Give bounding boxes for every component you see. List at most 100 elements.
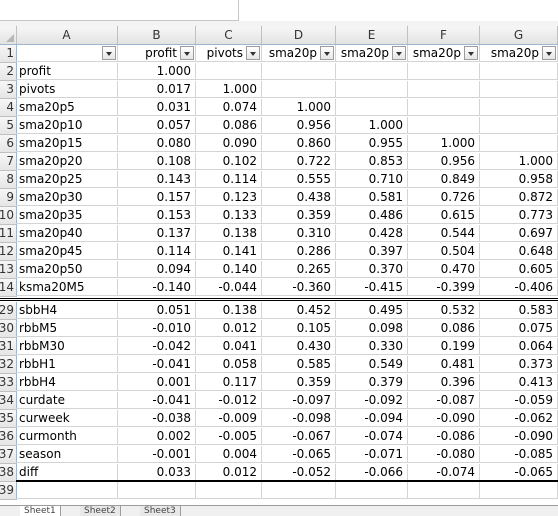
value-cell[interactable]: -0.406 bbox=[480, 279, 558, 296]
header-cell[interactable]: pivots bbox=[196, 45, 262, 62]
value-cell[interactable]: 0.648 bbox=[480, 243, 558, 260]
value-cell[interactable]: 0.140 bbox=[196, 261, 262, 278]
value-cell[interactable]: 0.396 bbox=[408, 374, 480, 391]
row-header[interactable]: 30 bbox=[0, 320, 17, 338]
value-cell[interactable]: 0.114 bbox=[196, 171, 262, 188]
value-cell[interactable]: -0.090 bbox=[408, 410, 480, 427]
value-cell[interactable]: 0.286 bbox=[262, 243, 336, 260]
row-label-cell[interactable]: curweek bbox=[16, 410, 118, 427]
value-cell[interactable]: -0.098 bbox=[262, 410, 336, 427]
row-header[interactable]: 5 bbox=[0, 117, 17, 135]
row-header[interactable]: 9 bbox=[0, 189, 17, 207]
row-header[interactable]: 29 bbox=[0, 302, 17, 320]
row-label-cell[interactable]: rbbM30 bbox=[16, 338, 118, 355]
value-cell[interactable]: 0.012 bbox=[196, 320, 262, 337]
value-cell[interactable]: 0.012 bbox=[196, 464, 262, 481]
value-cell[interactable]: 0.310 bbox=[262, 225, 336, 242]
value-cell[interactable]: -0.005 bbox=[196, 428, 262, 445]
value-cell[interactable]: -0.074 bbox=[408, 464, 480, 481]
column-header-d[interactable]: D bbox=[262, 26, 336, 44]
value-cell[interactable]: 0.002 bbox=[118, 428, 196, 445]
row-header[interactable]: 35 bbox=[0, 410, 17, 428]
value-cell[interactable]: 0.157 bbox=[118, 189, 196, 206]
column-header-f[interactable]: F bbox=[408, 26, 480, 44]
value-cell[interactable]: 0.585 bbox=[262, 356, 336, 373]
column-header-c[interactable]: C bbox=[196, 26, 262, 44]
value-cell[interactable]: 0.583 bbox=[480, 302, 558, 319]
value-cell[interactable]: 0.031 bbox=[118, 99, 196, 116]
value-cell[interactable]: -0.010 bbox=[118, 320, 196, 337]
row-label-cell[interactable]: rbbM5 bbox=[16, 320, 118, 337]
value-cell[interactable]: -0.012 bbox=[196, 392, 262, 409]
column-header-e[interactable]: E bbox=[336, 26, 408, 44]
value-cell[interactable]: 0.438 bbox=[262, 189, 336, 206]
row-label-cell[interactable]: sma20p45 bbox=[16, 243, 118, 260]
value-cell[interactable]: 0.428 bbox=[336, 225, 408, 242]
value-cell[interactable]: 0.051 bbox=[118, 302, 196, 319]
value-cell[interactable]: 0.064 bbox=[480, 338, 558, 355]
value-cell[interactable]: 0.265 bbox=[262, 261, 336, 278]
value-cell[interactable]: 0.080 bbox=[118, 135, 196, 152]
column-header-g[interactable]: G bbox=[480, 26, 558, 44]
value-cell[interactable]: 0.199 bbox=[408, 338, 480, 355]
value-cell[interactable]: -0.041 bbox=[118, 392, 196, 409]
value-cell[interactable]: 1.000 bbox=[262, 99, 336, 116]
row-header[interactable]: 4 bbox=[0, 99, 17, 117]
value-cell[interactable]: 0.413 bbox=[480, 374, 558, 391]
value-cell[interactable]: 0.860 bbox=[262, 135, 336, 152]
header-cell[interactable]: sma20p bbox=[408, 45, 480, 62]
value-cell[interactable]: -0.140 bbox=[118, 279, 196, 296]
value-cell[interactable]: -0.009 bbox=[196, 410, 262, 427]
value-cell[interactable]: 0.143 bbox=[118, 171, 196, 188]
filter-dropdown-icon[interactable] bbox=[246, 46, 260, 60]
value-cell[interactable] bbox=[480, 482, 558, 499]
header-cell[interactable]: sma20p bbox=[336, 45, 408, 62]
value-cell[interactable]: -0.087 bbox=[408, 392, 480, 409]
column-header-b[interactable]: B bbox=[118, 26, 196, 44]
value-cell[interactable] bbox=[336, 99, 408, 116]
value-cell[interactable]: 0.452 bbox=[262, 302, 336, 319]
value-cell[interactable]: 0.075 bbox=[480, 320, 558, 337]
value-cell[interactable]: 0.430 bbox=[262, 338, 336, 355]
row-header[interactable]: 32 bbox=[0, 356, 17, 374]
value-cell[interactable] bbox=[262, 63, 336, 80]
value-cell[interactable] bbox=[118, 482, 196, 499]
row-header[interactable]: 31 bbox=[0, 338, 17, 356]
row-header[interactable]: 3 bbox=[0, 81, 17, 99]
value-cell[interactable]: 0.114 bbox=[118, 243, 196, 260]
row-header[interactable]: 36 bbox=[0, 428, 17, 446]
value-cell[interactable]: 0.105 bbox=[262, 320, 336, 337]
value-cell[interactable]: 0.123 bbox=[196, 189, 262, 206]
value-cell[interactable]: -0.062 bbox=[480, 410, 558, 427]
value-cell[interactable]: 0.470 bbox=[408, 261, 480, 278]
value-cell[interactable]: 0.370 bbox=[336, 261, 408, 278]
value-cell[interactable]: 0.041 bbox=[196, 338, 262, 355]
row-header[interactable]: 10 bbox=[0, 207, 17, 225]
value-cell[interactable]: 0.955 bbox=[336, 135, 408, 152]
value-cell[interactable]: -0.052 bbox=[262, 464, 336, 481]
value-cell[interactable]: -0.038 bbox=[118, 410, 196, 427]
value-cell[interactable]: 0.033 bbox=[118, 464, 196, 481]
row-label-cell[interactable]: sma20p35 bbox=[16, 207, 118, 224]
row-label-cell[interactable]: pivots bbox=[16, 81, 118, 98]
value-cell[interactable]: 0.605 bbox=[480, 261, 558, 278]
value-cell[interactable]: -0.085 bbox=[480, 446, 558, 463]
row-header[interactable]: 12 bbox=[0, 243, 17, 261]
value-cell[interactable]: 0.137 bbox=[118, 225, 196, 242]
value-cell[interactable]: 0.853 bbox=[336, 153, 408, 170]
header-cell[interactable]: profit bbox=[118, 45, 196, 62]
row-header[interactable]: 6 bbox=[0, 135, 17, 153]
value-cell[interactable]: 0.958 bbox=[480, 171, 558, 188]
value-cell[interactable]: -0.042 bbox=[118, 338, 196, 355]
row-label-cell[interactable]: curdate bbox=[16, 392, 118, 409]
value-cell[interactable]: 0.615 bbox=[408, 207, 480, 224]
value-cell[interactable]: -0.001 bbox=[118, 446, 196, 463]
value-cell[interactable]: -0.067 bbox=[262, 428, 336, 445]
value-cell[interactable]: -0.041 bbox=[118, 356, 196, 373]
row-header[interactable]: 1 bbox=[0, 45, 17, 63]
value-cell[interactable]: -0.059 bbox=[480, 392, 558, 409]
value-cell[interactable]: 0.153 bbox=[118, 207, 196, 224]
value-cell[interactable]: -0.399 bbox=[408, 279, 480, 296]
filter-dropdown-icon[interactable] bbox=[102, 46, 116, 60]
value-cell[interactable]: 0.549 bbox=[336, 356, 408, 373]
